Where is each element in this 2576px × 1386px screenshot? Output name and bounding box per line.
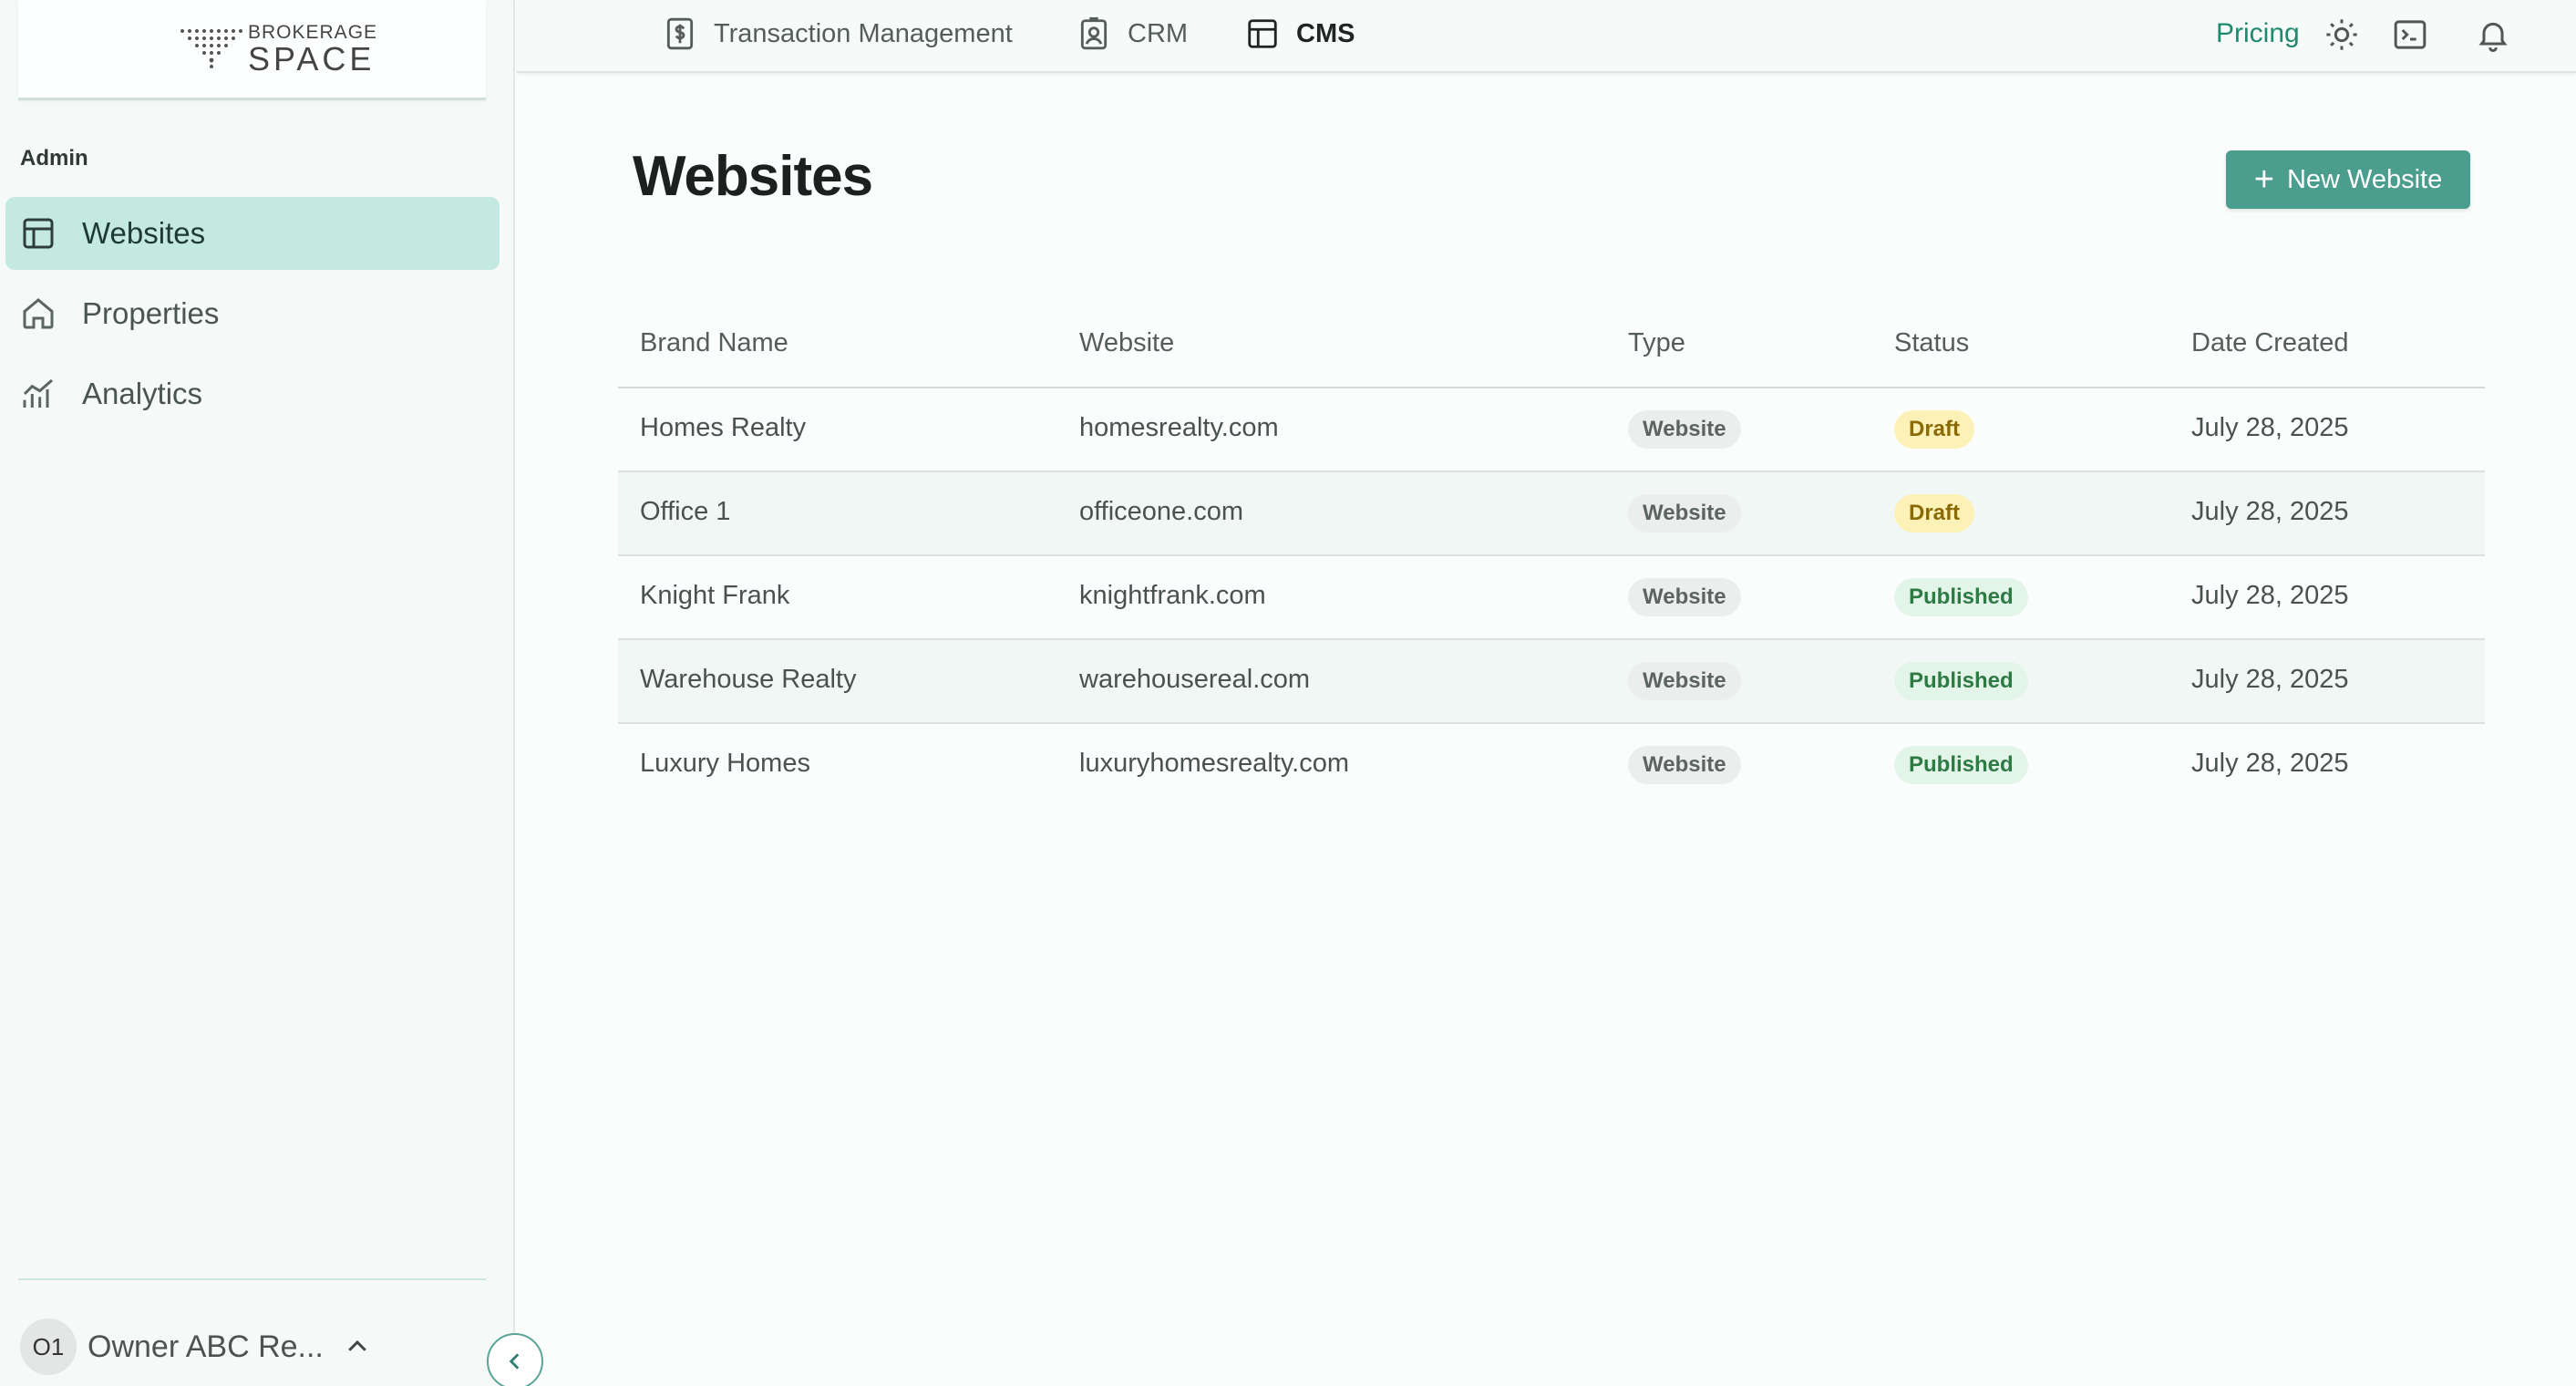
column-header-type[interactable]: Type bbox=[1628, 328, 1685, 358]
cell-brand-name: Knight Frank bbox=[640, 581, 790, 610]
chevron-up-icon bbox=[348, 1339, 366, 1351]
logo[interactable]: BROKERAGE SPACE bbox=[18, 0, 486, 100]
cell-date-created: July 28, 2025 bbox=[2191, 413, 2349, 442]
layout-icon bbox=[23, 218, 54, 249]
logo-text-bottom: SPACE bbox=[248, 40, 376, 78]
cell-date-created: July 28, 2025 bbox=[2191, 749, 2349, 778]
type-badge: Website bbox=[1628, 578, 1741, 616]
plus-icon: + bbox=[2253, 160, 2274, 199]
pricing-link[interactable]: Pricing bbox=[2216, 18, 2300, 49]
cell-date-created: July 28, 2025 bbox=[2191, 665, 2349, 694]
contact-card-icon bbox=[1080, 16, 1108, 50]
home-icon bbox=[23, 298, 54, 329]
type-badge: Website bbox=[1628, 662, 1741, 700]
status-badge: Published bbox=[1894, 578, 2028, 616]
sidebar-item-websites[interactable]: Websites bbox=[5, 197, 500, 270]
status-badge: Published bbox=[1894, 746, 2028, 784]
column-header-website[interactable]: Website bbox=[1079, 328, 1174, 358]
column-header-date-created[interactable]: Date Created bbox=[2191, 328, 2349, 358]
type-badge: Website bbox=[1628, 746, 1741, 784]
user-name: Owner ABC Re... bbox=[88, 1329, 324, 1364]
table-row[interactable]: Knight Frank knightfrank.com Website Pub… bbox=[618, 556, 2485, 640]
layout-icon bbox=[1248, 19, 1277, 48]
type-badge: Website bbox=[1628, 410, 1741, 449]
cell-website: homesrealty.com bbox=[1079, 413, 1279, 442]
app-root: BROKERAGE SPACE Admin Websites Propertie… bbox=[0, 0, 2576, 1386]
cell-website: knightfrank.com bbox=[1079, 581, 1266, 610]
cell-date-created: July 28, 2025 bbox=[2191, 581, 2349, 610]
chevron-left-icon bbox=[509, 1353, 520, 1370]
collapse-sidebar-button[interactable] bbox=[487, 1333, 543, 1386]
tab-label: Transaction Management bbox=[714, 18, 1013, 48]
table-row[interactable]: Luxury Homes luxuryhomesrealty.com Websi… bbox=[618, 724, 2485, 808]
cell-brand-name: Office 1 bbox=[640, 497, 731, 526]
sidebar-item-analytics[interactable]: Analytics bbox=[5, 357, 500, 430]
status-badge: Published bbox=[1894, 662, 2028, 700]
cell-website: warehousereal.com bbox=[1079, 665, 1311, 694]
cell-brand-name: Homes Realty bbox=[640, 413, 807, 442]
sidebar-section-label: Admin bbox=[20, 146, 88, 171]
cell-date-created: July 28, 2025 bbox=[2191, 497, 2349, 526]
cell-website: officeone.com bbox=[1079, 497, 1244, 526]
type-badge: Website bbox=[1628, 494, 1741, 533]
table-row[interactable]: Warehouse Realty warehousereal.com Websi… bbox=[618, 640, 2485, 724]
cell-website: luxuryhomesrealty.com bbox=[1079, 749, 1350, 778]
sidebar-item-label: Analytics bbox=[82, 377, 203, 410]
topbar: Transaction Management CRM CMS Pricing bbox=[517, 0, 2576, 73]
sidebar-item-label: Properties bbox=[82, 296, 220, 330]
table-row[interactable]: Office 1 officeone.com Website Draft Jul… bbox=[618, 472, 2485, 556]
tab-cms[interactable]: CMS bbox=[1245, 16, 1355, 51]
sidebar-item-properties[interactable]: Properties bbox=[5, 277, 500, 350]
tab-transaction-management[interactable]: Transaction Management bbox=[663, 16, 1013, 51]
table-header: Brand Name Website Type Status Date Crea… bbox=[618, 301, 2485, 388]
cell-brand-name: Luxury Homes bbox=[640, 749, 810, 778]
bell-icon[interactable] bbox=[2475, 16, 2511, 53]
brokerage-logo-icon bbox=[180, 29, 242, 68]
tab-crm[interactable]: CRM bbox=[1077, 16, 1188, 51]
chart-icon bbox=[23, 378, 53, 408]
sun-icon[interactable] bbox=[2324, 16, 2360, 53]
cell-brand-name: Warehouse Realty bbox=[640, 665, 857, 694]
tab-label: CRM bbox=[1128, 18, 1189, 48]
new-website-label: New Website bbox=[2286, 164, 2443, 194]
sidebar-divider bbox=[18, 1278, 486, 1280]
user-menu[interactable]: O1 Owner ABC Re... bbox=[20, 1319, 371, 1375]
sidebar-item-label: Websites bbox=[82, 216, 206, 250]
column-header-brand-name[interactable]: Brand Name bbox=[640, 328, 788, 358]
new-website-button[interactable]: + New Website bbox=[2226, 150, 2470, 209]
tab-label: CMS bbox=[1296, 18, 1355, 48]
page-title: Websites bbox=[633, 145, 873, 208]
sidebar: BROKERAGE SPACE Admin Websites Propertie… bbox=[0, 0, 515, 1386]
column-header-status[interactable]: Status bbox=[1894, 328, 1969, 358]
dollar-document-icon bbox=[666, 17, 694, 50]
avatar: O1 bbox=[20, 1319, 77, 1375]
status-badge: Draft bbox=[1894, 494, 1975, 533]
websites-table: Brand Name Website Type Status Date Crea… bbox=[618, 301, 2485, 808]
status-badge: Draft bbox=[1894, 410, 1975, 449]
table-row[interactable]: Homes Realty homesrealty.com Website Dra… bbox=[618, 388, 2485, 472]
terminal-icon[interactable] bbox=[2392, 16, 2428, 53]
